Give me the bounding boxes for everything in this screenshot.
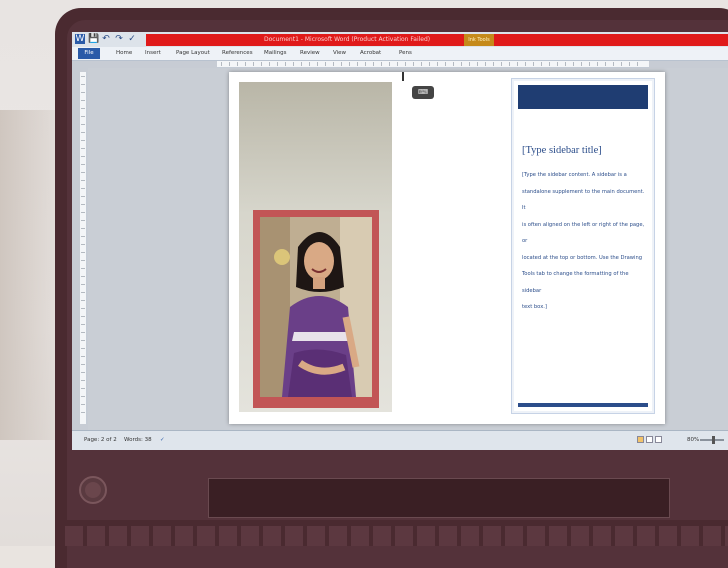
word-app-icon[interactable]: W <box>75 34 85 44</box>
ruler-ticks <box>81 76 85 420</box>
tab-home[interactable]: Home <box>116 49 132 58</box>
document-page[interactable]: ⌨ [Type sidebar title] [Type the sidebar… <box>229 72 665 424</box>
power-button <box>79 476 107 504</box>
zoom-slider[interactable] <box>700 436 724 444</box>
sidebar-textbox[interactable]: [Type sidebar title] [Type the sidebar c… <box>511 78 655 414</box>
tab-pens[interactable]: Pens <box>399 49 412 58</box>
keyboard-icon[interactable]: ⌨ <box>412 86 434 99</box>
sidebar-line: [Type the sidebar content. A sidebar is … <box>522 172 627 178</box>
title-strip: Document1 - Microsoft Word (Product Acti… <box>146 34 728 46</box>
speaker-grille <box>208 478 670 518</box>
portrait-photo <box>260 217 372 397</box>
text-cursor <box>402 72 404 81</box>
full-screen-icon[interactable] <box>646 436 653 443</box>
sidebar-header-band <box>518 85 648 109</box>
portrait-image <box>260 217 372 397</box>
sidebar-content[interactable]: [Type the sidebar content. A sidebar is … <box>522 167 648 316</box>
ink-tools-tab[interactable]: Ink Tools <box>464 34 494 46</box>
save-icon[interactable]: 💾 <box>88 34 99 44</box>
tab-file[interactable]: File <box>78 48 100 59</box>
tab-insert[interactable]: Insert <box>145 49 161 58</box>
tab-review[interactable]: Review <box>300 49 320 58</box>
tab-mailings[interactable]: Mailings <box>264 49 287 58</box>
window-title: Document1 - Microsoft Word (Product Acti… <box>264 36 431 43</box>
sidebar-line: text box.] <box>522 304 547 310</box>
vertical-ruler[interactable] <box>80 72 87 424</box>
laptop-keyboard <box>55 520 728 546</box>
tab-acrobat[interactable]: Acrobat <box>360 49 381 58</box>
title-bar: W 💾 ↶ ↷ ✓ Document1 - Microsoft Word (Pr… <box>72 32 728 47</box>
tab-page-layout[interactable]: Page Layout <box>176 49 210 58</box>
zoom-knob[interactable] <box>712 436 715 444</box>
laptop-screen: W 💾 ↶ ↷ ✓ Document1 - Microsoft Word (Pr… <box>72 32 728 450</box>
proofing-icon[interactable]: ✓ <box>160 437 165 443</box>
ruler-ticks <box>221 62 645 66</box>
status-bar: Page: 2 of 2 Words: 38 ✓ 80% <box>72 430 728 450</box>
ribbon-tabs: File Home Insert Page Layout References … <box>72 47 728 61</box>
check-icon[interactable]: ✓ <box>127 34 137 44</box>
tab-references[interactable]: References <box>222 49 253 58</box>
page-count[interactable]: Page: 2 of 2 <box>84 437 117 443</box>
keyboard-keys <box>65 526 728 546</box>
print-layout-icon[interactable] <box>637 436 644 443</box>
photo-frame[interactable] <box>253 210 379 408</box>
sidebar-line: located at the top or bottom. Use the Dr… <box>522 254 643 261</box>
sidebar-footer-band <box>518 403 648 407</box>
sidebar-line: is often aligned on the left or right of… <box>522 221 645 245</box>
web-layout-icon[interactable] <box>655 436 662 443</box>
zoom-level[interactable]: 80% <box>687 437 699 443</box>
power-button-inner <box>85 482 101 498</box>
word-count[interactable]: Words: 38 <box>124 437 152 443</box>
sidebar-line: standalone supplement to the main docume… <box>522 188 645 212</box>
sidebar-line: Tools tab to change the formatting of th… <box>522 271 629 294</box>
horizontal-ruler[interactable] <box>217 61 649 68</box>
redo-icon[interactable]: ↷ <box>114 34 124 44</box>
undo-icon[interactable]: ↶ <box>101 34 111 44</box>
tab-view[interactable]: View <box>333 49 346 58</box>
document-workspace: ⌨ [Type sidebar title] [Type the sidebar… <box>88 68 728 430</box>
sidebar-title[interactable]: [Type sidebar title] <box>522 145 602 156</box>
